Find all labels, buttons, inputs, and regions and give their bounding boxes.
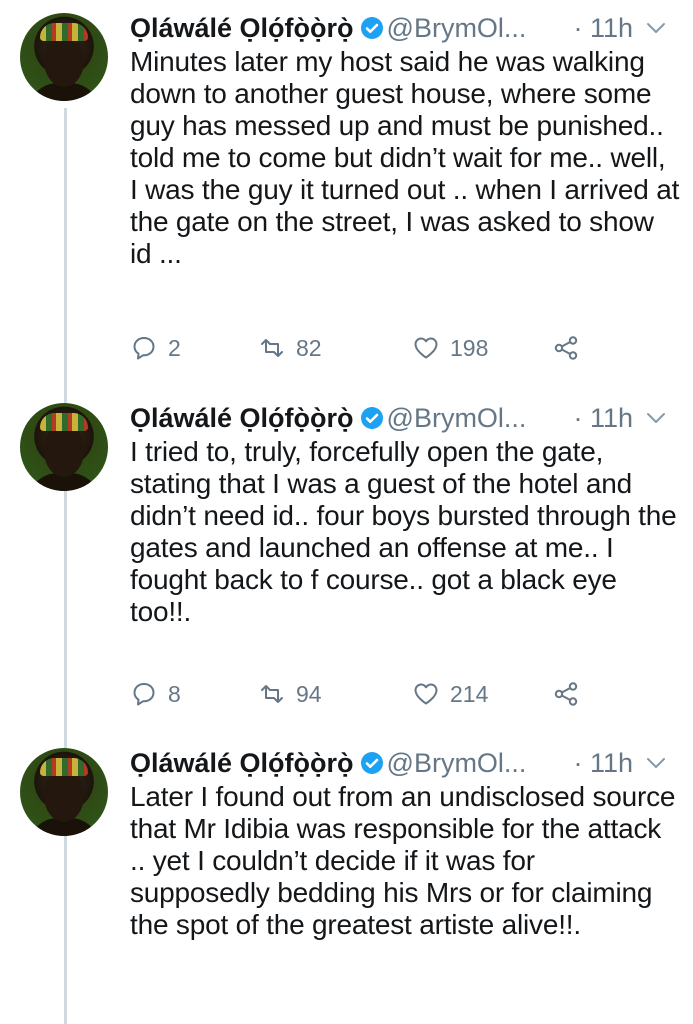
user-handle[interactable]: @BrymOl... [387,403,527,433]
reply-icon [133,683,155,706]
share-icon [554,336,578,360]
tweet-header: Ọláwálé Ọlọ́fọ̀ọ̀rọ̀ @BrymOl... · 11h [130,10,675,46]
retweet-button[interactable]: 82 [258,330,322,366]
heart-icon [414,337,438,359]
tweet[interactable]: Ọláwálé Ọlọ́fọ̀ọ̀rọ̀ @BrymOl... · 11h Min… [0,0,693,380]
tweet-actions: 8 94 214 [130,676,600,712]
avatar[interactable] [20,748,108,836]
heart-icon [414,683,438,705]
tweet[interactable]: Ọláwálé Ọlọ́fọ̀ọ̀rọ̀ @BrymOl... · 11h I t… [0,390,693,725]
retweet-icon [261,339,283,357]
tweet-text: I tried to, truly, forcefully open the g… [130,436,677,627]
like-count: 198 [450,334,489,361]
retweet-icon [261,685,283,703]
display-name[interactable]: Ọláwálé Ọlọ́fọ̀ọ̀rọ̀ [130,748,354,778]
user-handle[interactable]: @BrymOl... [387,13,527,43]
tweet-text: Minutes later my host said he was walkin… [130,46,680,269]
chevron-down-icon[interactable] [643,400,669,436]
share-button[interactable] [552,676,590,712]
avatar[interactable] [20,13,108,101]
timestamp[interactable]: · 11h [573,10,633,46]
retweet-button[interactable]: 94 [258,676,322,712]
chevron-down-icon[interactable] [643,10,669,46]
timestamp[interactable]: · 11h [573,400,633,436]
share-button[interactable] [552,330,590,366]
like-button[interactable]: 214 [412,676,488,712]
like-count: 214 [450,680,489,707]
display-name[interactable]: Ọláwálé Ọlọ́fọ̀ọ̀rọ̀ [130,403,354,433]
user-handle[interactable]: @BrymOl... [387,748,527,778]
display-name[interactable]: Ọláwálé Ọlọ́fọ̀ọ̀rọ̀ [130,13,354,43]
reply-button[interactable]: 8 [130,676,181,712]
tweet-header: Ọláwálé Ọlọ́fọ̀ọ̀rọ̀ @BrymOl... · 11h [130,400,675,436]
retweet-count: 82 [296,334,322,361]
verified-badge-icon [360,17,383,39]
reply-count: 8 [168,680,181,707]
verified-badge-icon [360,407,383,429]
tweet[interactable]: Ọláwálé Ọlọ́fọ̀ọ̀rọ̀ @BrymOl... · 11h Lat… [0,735,693,1024]
reply-count: 2 [168,334,181,361]
like-button[interactable]: 198 [412,330,488,366]
timestamp[interactable]: · 11h [573,745,633,781]
reply-button[interactable]: 2 [130,330,181,366]
tweet-actions: 2 82 198 [130,330,600,366]
verified-badge-icon [360,752,383,774]
share-icon [554,682,578,706]
avatar[interactable] [20,403,108,491]
chevron-down-icon[interactable] [643,745,669,781]
retweet-count: 94 [296,680,322,707]
tweet-text: Later I found out from an undisclosed so… [130,781,676,940]
reply-icon [133,337,155,360]
tweet-header: Ọláwálé Ọlọ́fọ̀ọ̀rọ̀ @BrymOl... · 11h [130,745,675,781]
